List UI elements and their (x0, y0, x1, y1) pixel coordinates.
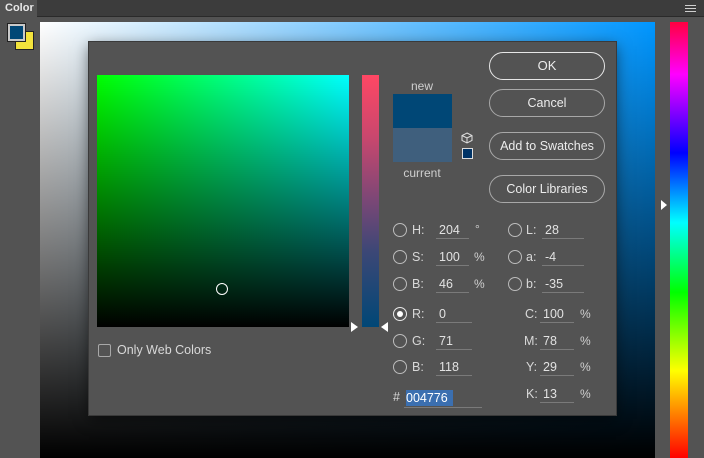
cyan-label: C: (525, 307, 538, 321)
red-input[interactable] (436, 305, 472, 323)
saturation-unit: % (474, 250, 485, 264)
b-channel-input[interactable] (542, 275, 584, 293)
black-input[interactable] (540, 385, 574, 403)
black-unit: % (580, 387, 591, 401)
hue-input[interactable] (436, 221, 469, 239)
magenta-label: M: (524, 334, 538, 348)
blue-input[interactable] (436, 358, 472, 376)
foreground-color-swatch[interactable] (7, 23, 26, 42)
current-color-swatch[interactable] (393, 128, 452, 162)
cyan-input[interactable] (540, 305, 574, 323)
yellow-unit: % (580, 360, 591, 374)
radio-saturation[interactable] (393, 250, 407, 264)
green-input[interactable] (436, 332, 472, 350)
radio-a-channel[interactable] (508, 250, 522, 264)
brightness-input[interactable] (436, 275, 469, 293)
cube-icon[interactable] (461, 132, 473, 144)
websafe-color-chip[interactable] (462, 148, 473, 159)
color-field-cursor[interactable] (216, 283, 228, 295)
b-channel-label: b: (526, 277, 537, 291)
add-to-swatches-button[interactable]: Add to Swatches (489, 132, 605, 160)
saturation-input[interactable] (436, 248, 469, 266)
lightness-input[interactable] (542, 221, 584, 239)
radio-brightness[interactable] (393, 277, 407, 291)
magenta-input[interactable] (540, 332, 574, 350)
panel-hue-slider[interactable] (670, 22, 688, 458)
slider-left-arrow-icon[interactable] (351, 322, 358, 332)
a-channel-input[interactable] (542, 248, 584, 266)
brightness-unit: % (474, 277, 485, 291)
radio-hue[interactable] (393, 223, 407, 237)
cyan-unit: % (580, 307, 591, 321)
brightness-label: B: (412, 277, 424, 291)
panel-tab-color[interactable]: Color (0, 0, 37, 17)
blue-label: B: (412, 360, 424, 374)
new-color-label: new (410, 79, 433, 93)
yellow-input[interactable] (540, 358, 574, 376)
color-libraries-button[interactable]: Color Libraries (489, 175, 605, 203)
cancel-button[interactable]: Cancel (489, 89, 605, 117)
magenta-unit: % (580, 334, 591, 348)
only-web-colors-checkbox[interactable] (98, 344, 111, 357)
photoshop-color-window: { "panel": { "tab_label": "Color" }, "co… (0, 0, 704, 458)
red-label: R: (412, 307, 425, 321)
saturation-label: S: (412, 250, 424, 264)
only-web-colors-label[interactable]: Only Web Colors (117, 343, 211, 357)
radio-red[interactable] (393, 307, 407, 321)
panel-header: Color (0, 0, 704, 17)
black-label: K: (526, 387, 538, 401)
a-channel-label: a: (526, 250, 537, 264)
yellow-label: Y: (526, 360, 538, 374)
radio-b-channel[interactable] (508, 277, 522, 291)
radio-green[interactable] (393, 334, 407, 348)
radio-lightness[interactable] (508, 223, 522, 237)
green-label: G: (412, 334, 426, 348)
hex-input[interactable] (404, 389, 482, 408)
new-color-swatch (393, 94, 452, 128)
ok-button[interactable]: OK (489, 52, 605, 80)
lightness-label: L: (526, 223, 537, 237)
slider-right-arrow-icon[interactable] (381, 322, 388, 332)
radio-blue[interactable] (393, 360, 407, 374)
color-picker-dialog: new current OK Cancel Add to Swatches Co… (89, 42, 616, 415)
panel-menu-icon[interactable] (685, 5, 696, 13)
hex-label: # (393, 390, 400, 404)
hue-unit: ° (475, 222, 480, 236)
channel-slider[interactable] (362, 75, 379, 327)
panel-hue-slider-handle[interactable] (661, 200, 667, 210)
hue-label: H: (412, 223, 425, 237)
color-field[interactable] (97, 75, 349, 327)
current-color-label: current (403, 166, 441, 180)
